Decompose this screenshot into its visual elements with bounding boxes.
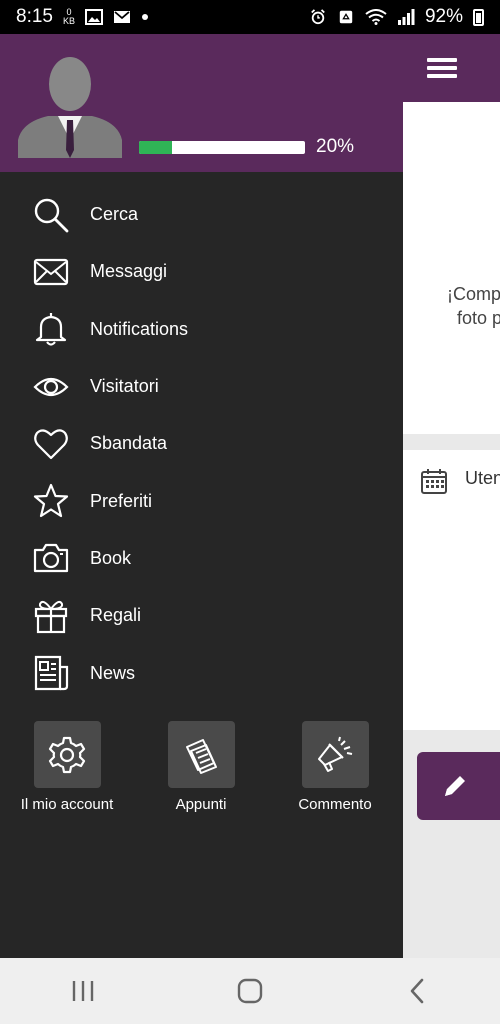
profile-completion-label: 20% <box>316 136 355 157</box>
my-account-label: Il mio account <box>20 796 114 813</box>
menu-item-label: Cerca <box>90 204 139 225</box>
feedback-tile <box>301 721 369 788</box>
menu-item-messaggi[interactable]: Messaggi <box>0 243 403 300</box>
gift-icon <box>34 600 68 633</box>
data-rate: 0 KB <box>63 8 75 26</box>
avatar-silhouette-icon[interactable] <box>18 54 122 158</box>
drawer-menu: Cerca Messaggi Notifications Visitatori … <box>0 186 403 702</box>
recycle-icon <box>339 10 353 24</box>
menu-item-label: Regali <box>90 605 142 626</box>
status-bar: 8:15 0 KB 92% <box>0 0 500 34</box>
heart-icon <box>34 429 68 459</box>
navigation-drawer: 20% Cerca Messaggi Notifications Visitat… <box>0 34 403 958</box>
notes-icon <box>186 738 217 774</box>
home-icon <box>237 978 263 1004</box>
calendar-icon <box>421 469 447 494</box>
newspaper-icon <box>34 655 69 691</box>
profile-prompt-card: ¡Comp foto p <box>403 102 500 434</box>
battery-icon <box>473 8 484 26</box>
menu-item-notifications[interactable]: Notifications <box>0 301 403 358</box>
menu-item-label: Messaggi <box>90 261 168 282</box>
menu-item-label: Sbandata <box>90 433 168 454</box>
recents-icon <box>73 981 94 1001</box>
menu-item-label: Book <box>90 547 132 568</box>
back-icon <box>410 978 423 1004</box>
wifi-icon <box>365 9 387 25</box>
system-navigation-bar <box>0 958 500 1024</box>
menu-item-cerca[interactable]: Cerca <box>0 186 403 243</box>
menu-item-news[interactable]: News <box>0 644 403 701</box>
data-rate-unit: KB <box>62 16 75 26</box>
menu-item-visitatori[interactable]: Visitatori <box>0 358 403 415</box>
edit-button[interactable] <box>417 752 500 820</box>
profile-prompt-text: ¡Comp foto p <box>447 282 500 330</box>
mail-icon <box>114 11 130 23</box>
mail-icon <box>33 258 69 286</box>
clock: 8:15 <box>16 6 53 27</box>
pencil-icon <box>445 776 465 796</box>
users-card: Uten <box>403 450 500 730</box>
menu-item-label: News <box>90 662 136 683</box>
drawer-header: 20% <box>0 34 403 172</box>
menu-item-label: Notifications <box>90 318 189 339</box>
users-label: Uten <box>465 468 500 488</box>
menu-item-sbandata[interactable]: Sbandata <box>0 415 403 472</box>
megaphone-icon <box>318 736 353 772</box>
signal-icon <box>397 9 415 25</box>
menu-item-preferiti[interactable]: Preferiti <box>0 472 403 529</box>
menu-icon[interactable] <box>427 54 457 82</box>
menu-item-label: Preferiti <box>90 490 153 511</box>
home-button[interactable] <box>220 971 280 1011</box>
notes-tile <box>167 721 235 788</box>
feedback-button[interactable]: Commento <box>270 721 400 813</box>
dot-icon <box>142 14 148 20</box>
search-icon <box>34 198 69 233</box>
notes-button[interactable]: Appunti <box>136 721 266 813</box>
profile-completion-bar <box>139 141 305 154</box>
quick-actions: Il mio account Appunti Commento <box>0 721 403 821</box>
prompt-line-2: foto p <box>457 308 500 328</box>
eye-icon <box>33 377 69 396</box>
recents-button[interactable] <box>53 971 113 1011</box>
my-account-button[interactable]: Il mio account <box>2 721 132 813</box>
profile-completion-fill <box>139 141 173 154</box>
app-bar <box>403 34 500 102</box>
menu-item-label: Visitatori <box>90 376 159 397</box>
feedback-label: Commento <box>298 796 372 813</box>
menu-item-regali[interactable]: Regali <box>0 587 403 644</box>
gear-icon <box>48 736 86 773</box>
prompt-line-1: ¡Comp <box>447 284 500 304</box>
menu-item-book[interactable]: Book <box>0 530 403 587</box>
alarm-icon <box>311 9 325 25</box>
back-button[interactable] <box>387 971 447 1011</box>
camera-icon <box>33 544 69 573</box>
notes-label: Appunti <box>175 796 227 813</box>
my-account-tile <box>33 721 101 788</box>
battery-percent: 92% <box>424 6 463 27</box>
bell-icon <box>35 313 67 346</box>
star-icon <box>33 484 69 518</box>
image-icon <box>85 9 103 25</box>
